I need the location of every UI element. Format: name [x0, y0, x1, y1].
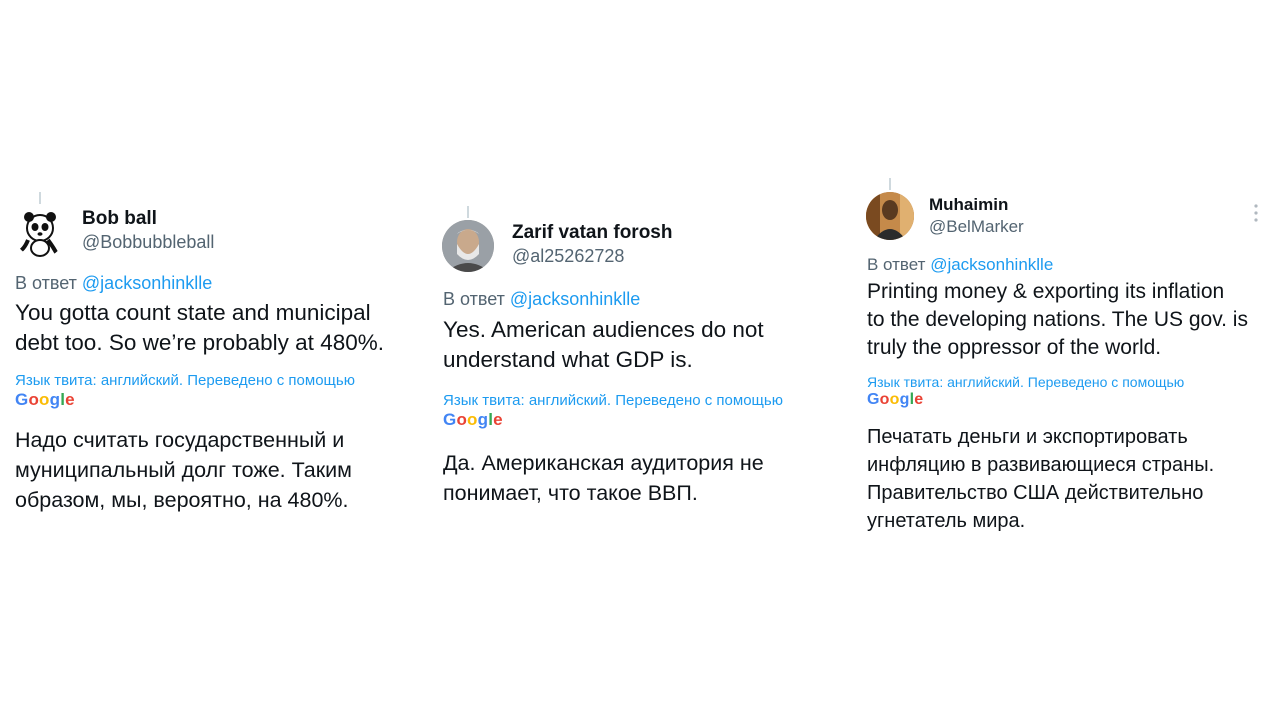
translated-text-line: угнетатель мира.: [867, 510, 1026, 532]
reply-mention-link[interactable]: @jacksonhinklle: [930, 255, 1053, 274]
reply-prefix: В ответ: [867, 255, 926, 274]
tweet-text-line: understand what GDP is.: [443, 347, 693, 372]
thread-line: [39, 192, 41, 204]
translated-text-line: понимает, что такое ВВП.: [443, 481, 698, 505]
translated-text-line: муниципальный долг тоже. Таким: [15, 458, 352, 482]
author-handle[interactable]: @Bobbubbleball: [82, 232, 214, 253]
thread-line: [467, 206, 469, 218]
translated-text: Да. Американская аудитория не понимает, …: [443, 448, 764, 508]
tweet-text-line: Yes. American audiences do not: [443, 317, 764, 342]
translation-note-link[interactable]: Язык твита: английский. Переведено с пом…: [443, 392, 783, 409]
translated-text-line: инфляцию в развивающиеся страны.: [867, 454, 1215, 476]
tweet-text-line: Printing money & exporting its inflation: [867, 280, 1225, 303]
tweet-text: Yes. American audiences do not understan…: [443, 315, 764, 375]
reply-prefix: В ответ: [15, 273, 77, 293]
author-name[interactable]: Muhaimin: [929, 195, 1008, 215]
reply-line: В ответ @jacksonhinklle: [867, 255, 1053, 275]
reply-line: В ответ @jacksonhinklle: [15, 273, 212, 294]
tweet-text: Printing money & exporting its inflation…: [867, 278, 1248, 362]
more-vertical-icon[interactable]: [1253, 203, 1259, 223]
translation-note-link[interactable]: Язык твита: английский. Переведено с пом…: [15, 372, 355, 389]
translation-note-link[interactable]: Язык твита: английский. Переведено с пом…: [867, 374, 1184, 390]
translated-text: Печатать деньги и экспортировать инфляци…: [867, 423, 1214, 535]
translated-text-line: Печатать деньги и экспортировать: [867, 426, 1188, 448]
google-logo: Google: [443, 410, 503, 429]
reply-mention-link[interactable]: @jacksonhinklle: [510, 289, 640, 309]
author-handle[interactable]: @al25262728: [512, 246, 624, 267]
translated-text-line: Правительство США действительно: [867, 482, 1204, 504]
thread-line: [889, 178, 891, 190]
person-avatar-icon: [866, 192, 914, 240]
author-name[interactable]: Bob ball: [82, 208, 157, 230]
google-logo: Google: [15, 390, 75, 409]
tweet-text-line: to the developing nations. The US gov. i…: [867, 308, 1248, 331]
tweet-text-line: You gotta count state and municipal: [15, 300, 371, 325]
reply-prefix: В ответ: [443, 289, 505, 309]
tweet-text-line: truly the oppressor of the world.: [867, 336, 1162, 359]
reply-mention-link[interactable]: @jacksonhinklle: [82, 273, 212, 293]
translated-text-line: Да. Американская аудитория не: [443, 451, 764, 475]
reply-line: В ответ @jacksonhinklle: [443, 289, 640, 310]
person-avatar-icon: [442, 220, 494, 272]
panda-avatar-icon: [17, 212, 60, 257]
translated-text: Надо считать государственный и муниципал…: [15, 425, 352, 515]
google-logo: Google: [867, 391, 924, 408]
tweet-text: You gotta count state and municipal debt…: [15, 298, 384, 358]
avatar[interactable]: [866, 192, 914, 240]
translated-text-line: образом, мы, вероятно, на 480%.: [15, 488, 349, 512]
translated-text-line: Надо считать государственный и: [15, 428, 345, 452]
tweet-text-line: debt too. So we’re probably at 480%.: [15, 330, 384, 355]
avatar[interactable]: [14, 206, 66, 258]
author-handle[interactable]: @BelMarker: [929, 217, 1024, 237]
author-name[interactable]: Zarif vatan forosh: [512, 222, 672, 244]
avatar[interactable]: [442, 220, 494, 272]
